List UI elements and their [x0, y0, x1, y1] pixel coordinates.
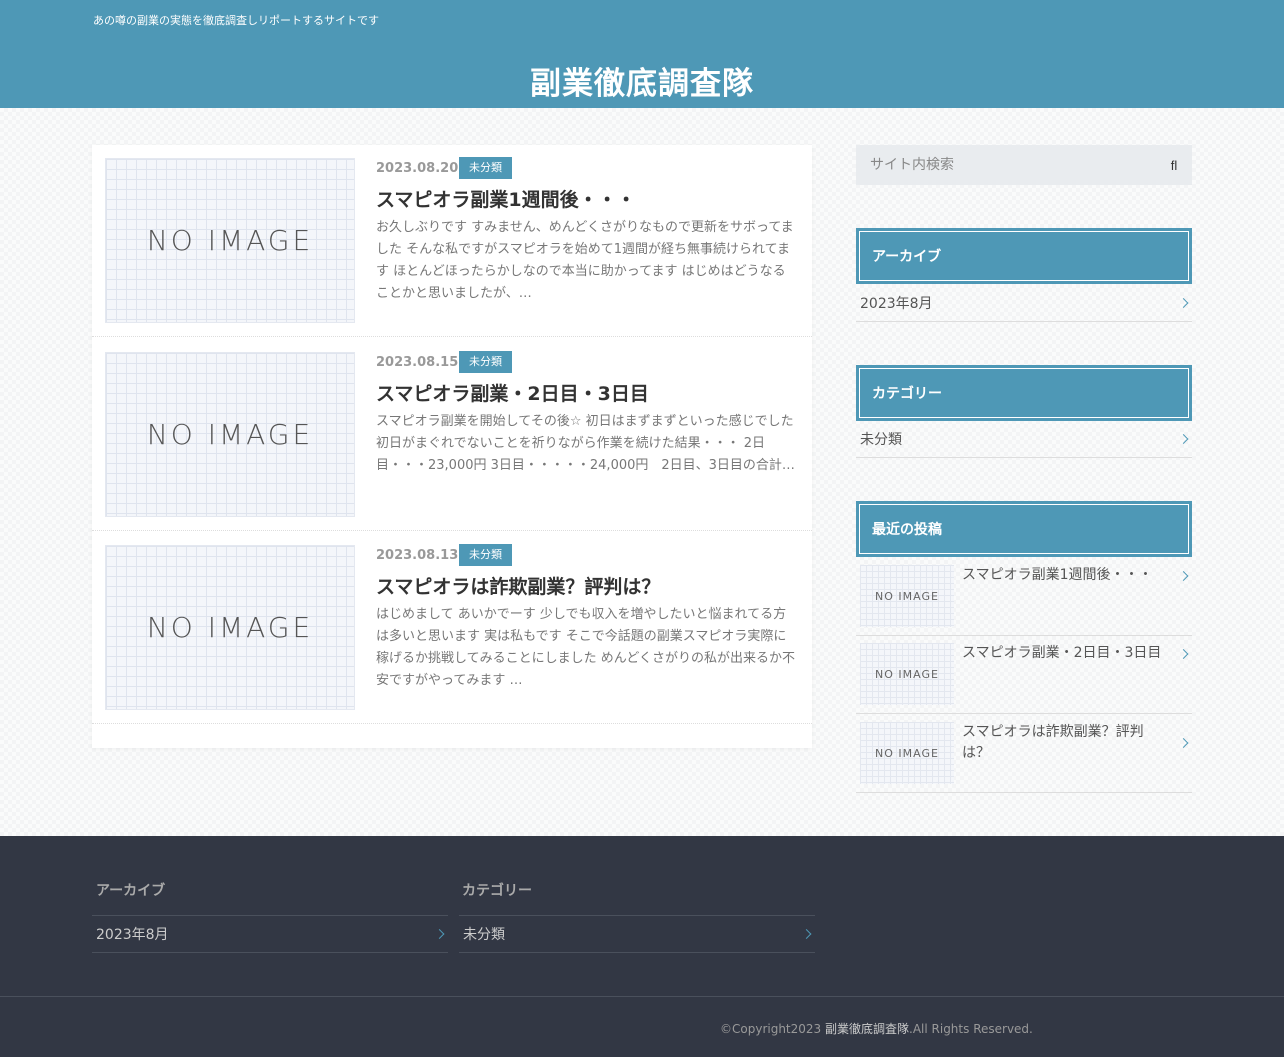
category-heading-text: カテゴリー	[859, 368, 1189, 418]
site-header: あの噂の副業の実態を徹底調査しリポートするサイトです 副業徹底調査隊	[0, 0, 1284, 108]
category-widget-heading: カテゴリー	[856, 365, 1192, 421]
chevron-right-icon	[1178, 649, 1189, 659]
recent-post-title: スマピオラは詐欺副業？評判は？	[962, 724, 1144, 761]
archive-link-label: 2023年8月	[860, 295, 933, 312]
footer-divider	[0, 996, 1284, 997]
footer-archive-link[interactable]: 2023年8月	[92, 915, 448, 953]
category-link[interactable]: 未分類	[856, 420, 1192, 458]
post-thumbnail[interactable]: NO IMAGE	[105, 158, 355, 323]
footer-archive-heading: アーカイブ	[96, 883, 166, 899]
footer-category-link-label: 未分類	[463, 927, 505, 943]
footer-category-heading: カテゴリー	[462, 883, 532, 899]
post-category-badge: 未分類	[459, 351, 512, 373]
recent-post-item[interactable]: NO IMAGE スマピオラ副業1週間後・・・	[856, 557, 1192, 636]
archive-link[interactable]: 2023年8月	[856, 284, 1192, 322]
post-thumbnail[interactable]: NO IMAGE	[105, 352, 355, 517]
copyright-suffix: .All Rights Reserved.	[909, 1022, 1033, 1036]
post-card[interactable]: NO IMAGE 2023.08.15 未分類 スマピオラ副業・2日目・3日目 …	[92, 339, 812, 531]
category-link-label: 未分類	[860, 431, 902, 448]
post-card[interactable]: NO IMAGE 2023.08.13 未分類 スマピオラは詐欺副業？評判は？ …	[92, 532, 812, 724]
post-list: NO IMAGE 2023.08.20 未分類 スマピオラ副業1週間後・・・ お…	[92, 145, 812, 748]
search-icon[interactable]: fl	[1156, 145, 1192, 185]
no-image-label: NO IMAGE	[146, 611, 314, 644]
recent-post-title: スマピオラ副業1週間後・・・	[962, 567, 1153, 583]
archive-heading-text: アーカイブ	[859, 231, 1189, 281]
post-category-badge: 未分類	[459, 544, 512, 566]
chevron-right-icon	[1178, 571, 1189, 581]
chevron-right-icon	[434, 929, 445, 939]
footer-category-link[interactable]: 未分類	[459, 915, 815, 953]
post-title-link[interactable]: スマピオラ副業1週間後・・・	[376, 185, 796, 212]
search-input[interactable]	[856, 145, 1156, 185]
post-date: 2023.08.13	[376, 548, 459, 563]
post-title-link[interactable]: スマピオラは詐欺副業？評判は？	[376, 572, 796, 599]
chevron-right-icon	[801, 929, 812, 939]
footer-archive-link-label: 2023年8月	[96, 927, 169, 943]
post-thumbnail[interactable]: NO IMAGE	[105, 545, 355, 710]
post-excerpt: お久しぶりです すみません、めんどくさがりなもので更新をサボってました そんな私…	[376, 220, 794, 301]
sidebar-search: fl	[856, 145, 1192, 185]
site-title-link[interactable]: 副業徹底調査隊	[0, 58, 1284, 103]
recent-post-item[interactable]: NO IMAGE スマピオラ副業・2日目・3日目	[856, 635, 1192, 714]
recent-post-title: スマピオラ副業・2日目・3日目	[962, 645, 1162, 661]
recent-post-thumbnail: NO IMAGE	[860, 565, 954, 627]
no-image-label: NO IMAGE	[146, 224, 314, 257]
post-excerpt: スマピオラ副業を開始してその後☆ 初日はまずまずといった感じでした 初日がまぐれ…	[376, 414, 795, 473]
recent-post-item[interactable]: NO IMAGE スマピオラは詐欺副業？評判は？	[856, 714, 1192, 793]
recent-post-thumbnail: NO IMAGE	[860, 722, 954, 784]
chevron-right-icon	[1178, 738, 1189, 748]
recent-posts-heading-text: 最近の投稿	[859, 504, 1189, 554]
site-tagline: あの噂の副業の実態を徹底調査しリポートするサイトです	[93, 14, 379, 27]
archive-widget-heading: アーカイブ	[856, 228, 1192, 284]
copyright: ©Copyright2023 副業徹底調査隊.All Rights Reserv…	[720, 1020, 1033, 1037]
copyright-prefix: ©Copyright2023	[720, 1022, 825, 1036]
post-card[interactable]: NO IMAGE 2023.08.20 未分類 スマピオラ副業1週間後・・・ お…	[92, 145, 812, 337]
post-category-badge: 未分類	[459, 157, 512, 179]
site-footer: アーカイブ 2023年8月 カテゴリー 未分類 ©Copyright2023 副…	[0, 836, 1284, 1057]
recent-post-thumbnail: NO IMAGE	[860, 643, 954, 705]
chevron-right-icon	[1178, 297, 1189, 308]
no-image-label: NO IMAGE	[146, 418, 314, 451]
post-excerpt: はじめまして あいかでーす 少しでも収入を増やしたいと悩まれてる方は多いと思いま…	[376, 607, 795, 688]
post-title-link[interactable]: スマピオラ副業・2日目・3日目	[376, 379, 796, 406]
post-date: 2023.08.20	[376, 161, 459, 176]
copyright-site-link[interactable]: 副業徹底調査隊	[825, 1022, 909, 1036]
chevron-right-icon	[1178, 433, 1189, 444]
recent-posts-widget-heading: 最近の投稿	[856, 501, 1192, 557]
post-date: 2023.08.15	[376, 355, 459, 370]
